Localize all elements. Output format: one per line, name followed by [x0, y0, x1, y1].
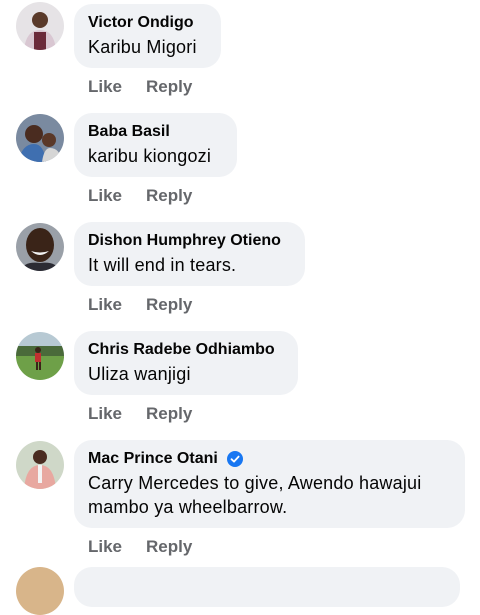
like-button[interactable]: Like — [88, 77, 122, 97]
reply-button[interactable]: Reply — [146, 77, 192, 97]
comment-text: Uliza wanjigi — [88, 364, 191, 384]
comment-text: Carry Mercedes to give, Awendo hawajui m… — [88, 473, 422, 517]
comment-text: It will end in tears. — [88, 255, 237, 275]
comment-bubble: Baba Basil karibu kiongozi — [74, 113, 237, 177]
reply-button[interactable]: Reply — [146, 186, 192, 206]
reply-button[interactable]: Reply — [146, 537, 192, 557]
comment-actions: Like Reply — [88, 186, 192, 206]
avatar[interactable] — [16, 441, 64, 489]
comment-actions: Like Reply — [88, 77, 192, 97]
comment-author-row: Mac Prince Otani — [88, 449, 451, 469]
comment-actions: Like Reply — [88, 537, 192, 557]
comment-bubble: Dishon Humphrey Otieno It will end in te… — [74, 222, 305, 286]
comment-bubble: Chris Radebe Odhiambo Uliza wanjigi — [74, 331, 298, 395]
comment-actions: Like Reply — [88, 295, 192, 315]
comment-bubble — [74, 567, 460, 607]
reply-button[interactable]: Reply — [146, 295, 192, 315]
comment-author[interactable]: Dishon Humphrey Otieno — [88, 231, 291, 251]
avatar[interactable] — [16, 223, 64, 271]
verified-badge-icon — [226, 451, 243, 467]
like-button[interactable]: Like — [88, 537, 122, 557]
like-button[interactable]: Like — [88, 186, 122, 206]
avatar[interactable] — [16, 2, 64, 50]
avatar[interactable] — [16, 114, 64, 162]
comment-text: Karibu Migori — [88, 37, 197, 57]
like-button[interactable]: Like — [88, 295, 122, 315]
comment-author[interactable]: Baba Basil — [88, 122, 223, 142]
like-button[interactable]: Like — [88, 404, 122, 424]
reply-button[interactable]: Reply — [146, 404, 192, 424]
comment-author[interactable]: Victor Ondigo — [88, 13, 207, 33]
comment-text: karibu kiongozi — [88, 146, 212, 166]
comment-author[interactable]: Chris Radebe Odhiambo — [88, 340, 284, 360]
comment-bubble: Mac Prince Otani Carry Mercedes to give,… — [74, 440, 465, 528]
comment-actions: Like Reply — [88, 404, 192, 424]
comment-author[interactable]: Mac Prince Otani — [88, 449, 218, 469]
avatar[interactable] — [16, 567, 64, 615]
avatar[interactable] — [16, 332, 64, 380]
comment-bubble: Victor Ondigo Karibu Migori — [74, 4, 221, 68]
